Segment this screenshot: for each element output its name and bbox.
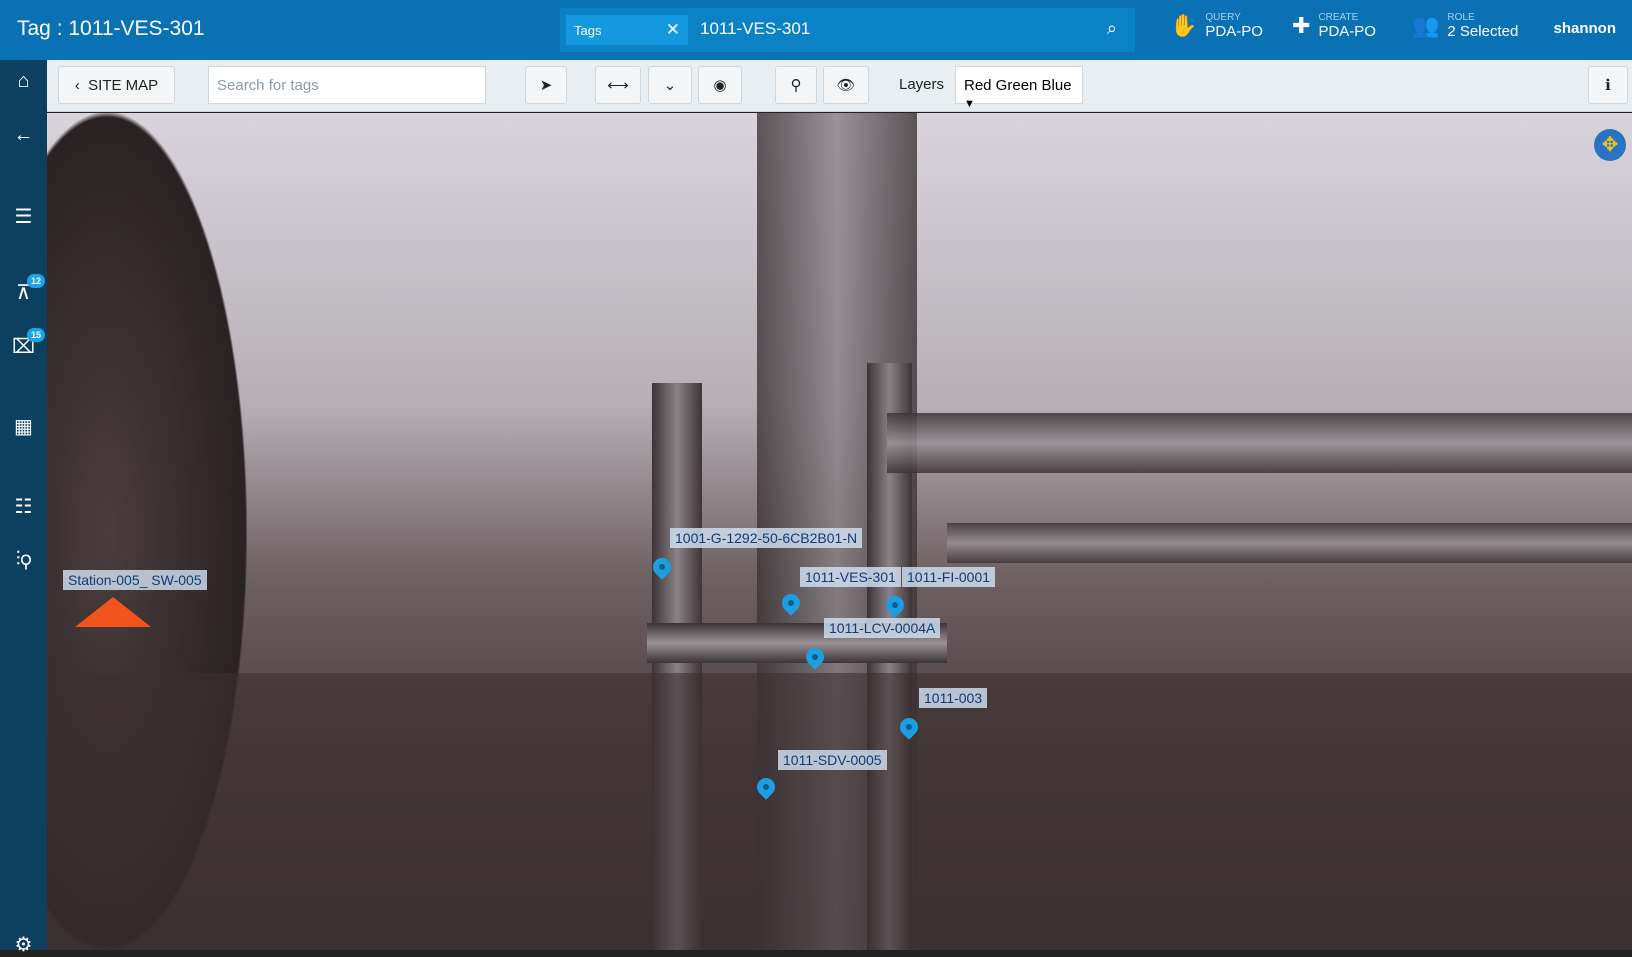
- tag-label[interactable]: 1011-FI-0001: [902, 567, 996, 587]
- settings-icon[interactable]: ⚙: [0, 932, 47, 957]
- station-label[interactable]: Station-005_ SW-005: [63, 570, 207, 590]
- close-icon[interactable]: ✕: [666, 20, 680, 40]
- home-icon[interactable]: ⌂: [0, 70, 47, 93]
- page-title: Tag : 1011-VES-301: [17, 17, 205, 40]
- pipe: [887, 413, 1632, 473]
- plus-icon: ✚: [1292, 13, 1311, 38]
- eye-icon: 👁: [836, 77, 856, 94]
- grid-icon[interactable]: ▦: [0, 414, 47, 439]
- pin-badge: 12: [27, 274, 46, 288]
- layers-label: Layers: [899, 76, 945, 93]
- move-icon[interactable]: ✥: [1594, 129, 1626, 161]
- chevron-left-icon: ‹: [74, 76, 89, 94]
- query-small: QUERY: [1205, 12, 1241, 23]
- tag-label[interactable]: 1001-G-1292-50-6CB2B01-N: [670, 528, 863, 548]
- role-button[interactable]: 👥 ROLE 2 Selected: [1412, 12, 1518, 40]
- user-menu[interactable]: shannon: [1554, 20, 1617, 37]
- tag-label[interactable]: 1011-003: [919, 688, 988, 708]
- layers-select[interactable]: Red Green Blue ▼: [955, 66, 1083, 110]
- info-button[interactable]: ℹ: [1588, 66, 1628, 104]
- site-map-button[interactable]: ‹ SITE MAP: [58, 66, 175, 104]
- sidebar: ⌂ ← ☰ ⊼ 12 ⌧ 15 ▦ ☷ ⫶⚲ ⚙: [0, 60, 47, 956]
- target-icon: ◉: [713, 77, 727, 94]
- select-tool-button[interactable]: ➤: [525, 66, 567, 104]
- search-filter-chip: Tags ✕: [566, 15, 688, 45]
- header: Tag : 1011-VES-301 Tags ✕ 1011-VES-301 ⌕ …: [0, 0, 1632, 60]
- users-icon: 👥: [1412, 13, 1440, 38]
- back-arrow-icon[interactable]: ←: [0, 124, 47, 147]
- list-icon[interactable]: ☰: [0, 204, 47, 229]
- inbox-icon[interactable]: ⌧ 15: [0, 328, 47, 359]
- analytics-search-icon[interactable]: ⫶⚲: [0, 548, 47, 571]
- search-input[interactable]: 1011-VES-301: [700, 19, 810, 39]
- pipe: [947, 523, 1632, 563]
- role-label: 2 Selected: [1447, 23, 1519, 40]
- ground: [47, 673, 1632, 950]
- tag-search-input[interactable]: [208, 66, 486, 104]
- horizontal-arrows-icon: ⟷: [607, 77, 629, 94]
- chip-label: Tags: [574, 23, 602, 38]
- search-icon[interactable]: ⌕: [1107, 18, 1117, 39]
- tag-label[interactable]: 1011-LCV-0004A: [824, 618, 941, 638]
- visibility-button[interactable]: 👁: [823, 66, 869, 104]
- create-label: PDA-PO: [1318, 23, 1376, 40]
- station-marker[interactable]: [75, 597, 151, 627]
- cursor-icon: ➤: [539, 77, 553, 94]
- info-icon: ℹ: [1605, 77, 1611, 94]
- caret-down-icon: ▼: [964, 98, 975, 110]
- tag-label[interactable]: 1011-SDV-0005: [778, 750, 887, 770]
- site-map-label: SITE MAP: [88, 76, 159, 94]
- query-button[interactable]: ✋ QUERY PDA-PO: [1170, 12, 1263, 40]
- map-pin-icon: ⚲: [790, 77, 802, 94]
- layers-value: Red Green Blue: [964, 77, 1072, 94]
- hand-icon: ✋: [1170, 13, 1198, 38]
- inbox-badge: 15: [27, 328, 46, 342]
- chevron-down-icon: ⌄: [663, 77, 677, 94]
- query-label: PDA-PO: [1205, 23, 1263, 40]
- create-small: CREATE: [1318, 12, 1359, 23]
- measure-button[interactable]: ⟷: [595, 66, 641, 104]
- create-button[interactable]: ✚ CREATE PDA-PO: [1292, 12, 1376, 40]
- tag-label[interactable]: 1011-VES-301: [800, 567, 901, 587]
- role-small: ROLE: [1447, 12, 1475, 23]
- toolbar: ‹ SITE MAP ➤ ⟷ ⌄ ◉ ⚲ 👁 Layers Red Green …: [47, 60, 1632, 112]
- pin-icon[interactable]: ⊼ 12: [0, 274, 47, 305]
- global-search[interactable]: Tags ✕ 1011-VES-301 ⌕: [560, 8, 1135, 52]
- numbered-list-icon[interactable]: ☷: [0, 494, 47, 519]
- dropdown-button[interactable]: ⌄: [648, 66, 692, 104]
- target-button[interactable]: ◉: [698, 66, 742, 104]
- marker-button[interactable]: ⚲: [775, 66, 817, 104]
